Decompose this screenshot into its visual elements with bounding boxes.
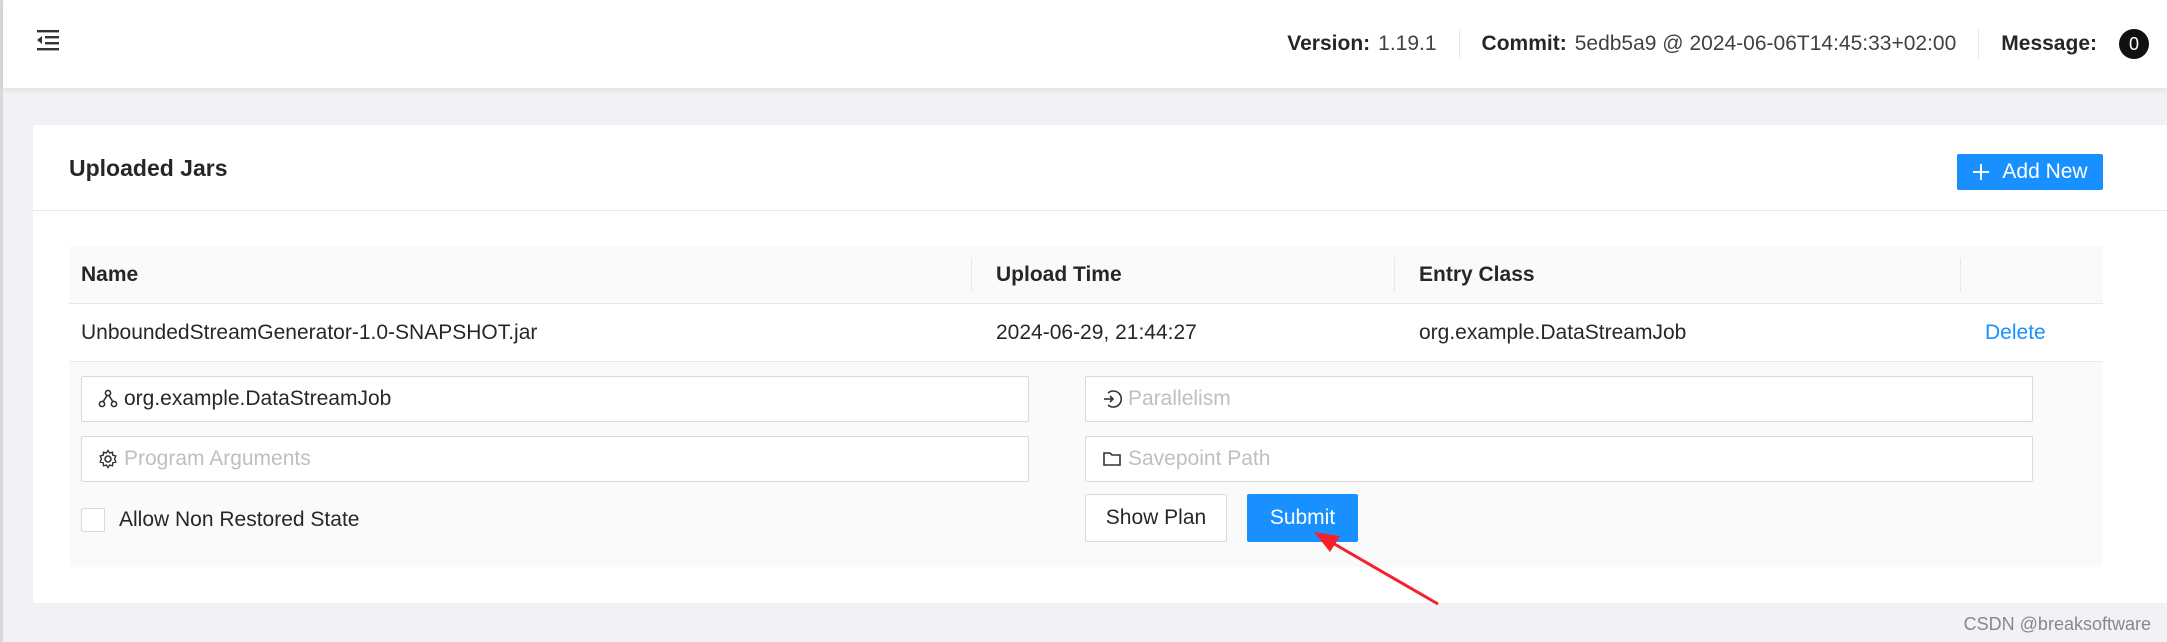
gear-icon	[99, 449, 117, 469]
watermark-text: CSDN @breaksoftware	[1963, 614, 2151, 634]
version-info: Version: 1.19.1	[1265, 29, 1460, 59]
top-header: Version: 1.19.1 Commit: 5edb5a9 @ 2024-0…	[3, 0, 2167, 88]
version-value: 1.19.1	[1378, 32, 1437, 55]
card-header: Uploaded Jars Add New	[33, 125, 2167, 211]
column-divider	[1960, 258, 1961, 292]
add-new-button[interactable]: Add New	[1957, 154, 2103, 190]
annotation-arrow-icon	[1314, 532, 1439, 606]
savepoint-path-placeholder: Savepoint Path	[1128, 447, 1271, 470]
delete-link[interactable]: Delete	[1985, 304, 2046, 362]
parallelism-placeholder: Parallelism	[1128, 387, 1231, 410]
jars-table: Name Upload Time Entry Class UnboundedSt…	[69, 246, 2103, 362]
add-new-label: Add New	[2002, 160, 2088, 183]
jar-upload-time: 2024-06-29, 21:44:27	[996, 321, 1197, 344]
table-header: Name Upload Time Entry Class	[69, 246, 2103, 304]
submit-job-panel: org.example.DataStreamJob Parallelism Pr…	[69, 362, 2103, 567]
version-label: Version:	[1287, 32, 1371, 55]
jar-name[interactable]: UnboundedStreamGenerator-1.0-SNAPSHOT.ja…	[81, 304, 537, 362]
plus-icon	[1973, 164, 1990, 180]
jar-entry-class: org.example.DataStreamJob	[1419, 321, 1687, 344]
entry-class-input[interactable]: org.example.DataStreamJob	[81, 376, 1029, 422]
job-manager-meta: Version: 1.19.1 Commit: 5edb5a9 @ 2024-0…	[1265, 26, 2149, 62]
column-header-name[interactable]: Name	[81, 246, 138, 304]
program-arguments-input[interactable]: Program Arguments	[81, 436, 1029, 482]
menu-fold-icon[interactable]	[35, 28, 63, 52]
column-divider	[1394, 258, 1395, 292]
column-header-entry-class[interactable]: Entry Class	[1419, 246, 1535, 304]
message-label: Message:	[2001, 32, 2097, 55]
commit-info: Commit: 5edb5a9 @ 2024-06-06T14:45:33+02…	[1460, 29, 1980, 59]
allow-non-restored-checkbox[interactable]: Allow Non Restored State	[81, 508, 359, 532]
cluster-icon	[98, 389, 118, 408]
checkbox-box[interactable]	[81, 508, 105, 532]
show-plan-button[interactable]: Show Plan	[1085, 494, 1227, 542]
window-edge	[0, 0, 3, 642]
allow-non-restored-label: Allow Non Restored State	[119, 508, 360, 531]
column-divider	[971, 258, 972, 292]
login-icon	[1104, 390, 1122, 408]
program-arguments-placeholder: Program Arguments	[124, 447, 311, 470]
savepoint-path-input[interactable]: Savepoint Path	[1085, 436, 2033, 482]
message-info[interactable]: Message: 0	[1979, 29, 2149, 59]
commit-value: 5edb5a9 @ 2024-06-06T14:45:33+02:00	[1574, 32, 1957, 55]
card-title: Uploaded Jars	[69, 155, 228, 181]
commit-label: Commit:	[1481, 32, 1567, 55]
parallelism-input[interactable]: Parallelism	[1085, 376, 2033, 422]
uploaded-jars-card: Uploaded Jars Add New Name Upload Time E…	[33, 125, 2167, 603]
message-count-badge[interactable]: 0	[2119, 29, 2149, 59]
table-row[interactable]: UnboundedStreamGenerator-1.0-SNAPSHOT.ja…	[69, 304, 2103, 362]
entry-class-value: org.example.DataStreamJob	[124, 387, 392, 410]
folder-icon	[1103, 452, 1121, 466]
column-header-upload-time[interactable]: Upload Time	[996, 246, 1122, 304]
